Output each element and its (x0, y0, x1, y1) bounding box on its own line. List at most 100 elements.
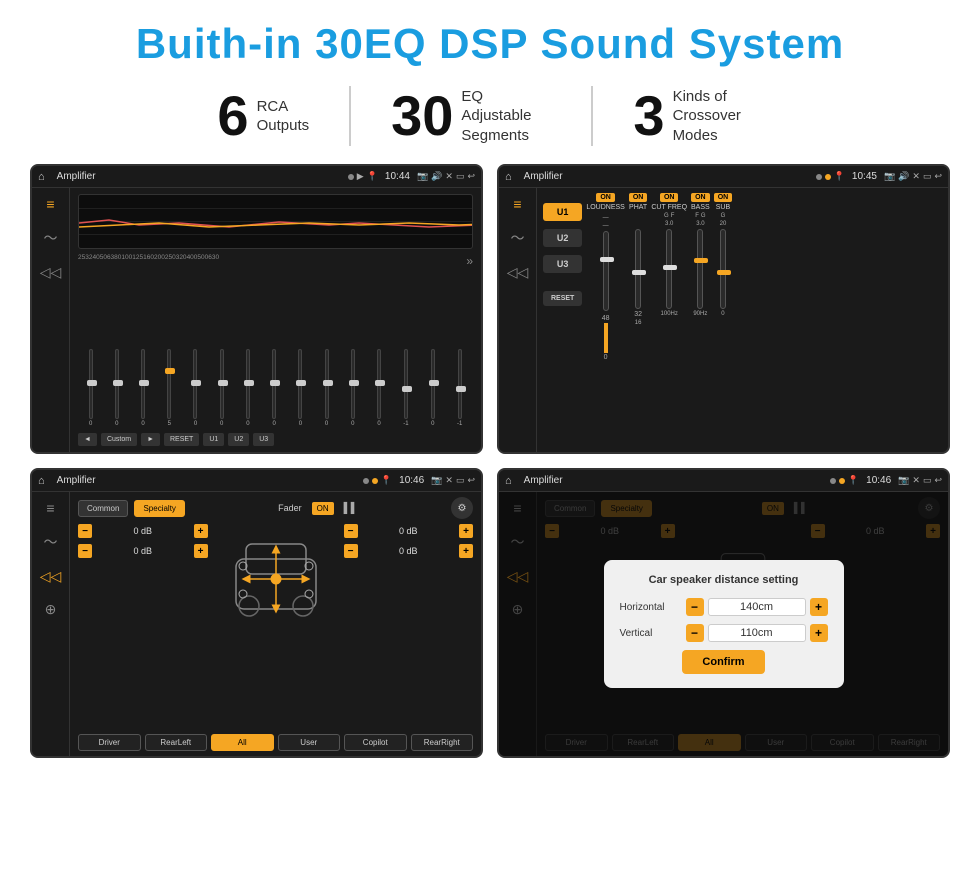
slider-track-10[interactable] (325, 349, 329, 419)
u3-button[interactable]: U3 (253, 433, 274, 446)
slider-track-14[interactable] (431, 349, 435, 419)
vol4-value: 0 dB (362, 546, 456, 556)
slider-track-3[interactable] (141, 349, 145, 419)
driver-btn[interactable]: Driver (78, 734, 141, 751)
crossover-screen-title: Amplifier (524, 171, 810, 182)
vol4-plus[interactable]: + (459, 544, 473, 558)
eq-curve-svg (79, 195, 472, 248)
custom-button[interactable]: Custom (101, 433, 137, 446)
eq-time: 10:44 (385, 171, 410, 182)
slider-track-8[interactable] (272, 349, 276, 419)
phat-thumb[interactable] (632, 270, 646, 275)
settings-icon[interactable]: ⚙ (451, 497, 473, 519)
loudness-slider[interactable] (603, 231, 609, 311)
crossover-reset[interactable]: RESET (543, 291, 582, 306)
rearleft-btn[interactable]: RearLeft (145, 734, 208, 751)
slider-thumb-11[interactable] (349, 380, 359, 386)
loudness-thumb[interactable] (600, 257, 614, 262)
vol3-minus[interactable]: − (344, 524, 358, 538)
close-icon-4: ✕ (912, 475, 920, 486)
copilot-btn[interactable]: Copilot (344, 734, 407, 751)
confirm-button[interactable]: Confirm (682, 650, 764, 674)
slider-thumb-14[interactable] (429, 380, 439, 386)
dot1 (348, 174, 354, 180)
slider-thumb-1[interactable] (87, 380, 97, 386)
crossover-sidebar: ≡ 〜 ◁◁ (499, 188, 537, 452)
eq-freq-labels: 25 32 40 50 63 80 100 125 160 200 250 32… (78, 254, 473, 268)
freq-80: 80 (114, 254, 121, 268)
vol1-plus[interactable]: + (194, 524, 208, 538)
prev-button[interactable]: ◄ (78, 433, 97, 446)
slider-thumb-9[interactable] (296, 380, 306, 386)
freq-50: 50 (100, 254, 107, 268)
specialty-tab[interactable]: Specialty (134, 500, 184, 517)
vol2-minus[interactable]: − (78, 544, 92, 558)
wave-icon[interactable]: 〜 (44, 228, 58, 248)
vol1-minus[interactable]: − (78, 524, 92, 538)
wave-icon-2[interactable]: 〜 (511, 228, 525, 248)
slider-track-9[interactable] (298, 349, 302, 419)
fader-modal-topbar: ⌂ Amplifier 📍 10:46 📷 ✕ ▭ ↩ (499, 470, 948, 492)
fader-on-toggle[interactable]: ON (312, 502, 334, 515)
u3-select[interactable]: U3 (543, 255, 582, 273)
slider-thumb-12[interactable] (375, 380, 385, 386)
sub-slider[interactable] (720, 229, 726, 309)
rearright-btn[interactable]: RearRight (411, 734, 474, 751)
u1-select[interactable]: U1 (543, 203, 582, 221)
slider-thumb-3[interactable] (139, 380, 149, 386)
slider-track-4[interactable] (167, 349, 171, 419)
cutfreq-slider[interactable] (666, 229, 672, 309)
volume-icon-2: 🔊 (898, 171, 909, 182)
horizontal-minus-btn[interactable]: − (686, 598, 704, 616)
slider-track-11[interactable] (351, 349, 355, 419)
slider-track-6[interactable] (220, 349, 224, 419)
eq-screen: ⌂ Amplifier ▶ 📍 10:44 📷 🔊 ✕ ▭ ↩ ≡ 〜 (30, 164, 483, 454)
common-tab[interactable]: Common (78, 500, 128, 517)
slider-thumb-8[interactable] (270, 380, 280, 386)
phat-slider[interactable] (635, 229, 641, 309)
slider-track-12[interactable] (377, 349, 381, 419)
slider-thumb-5[interactable] (191, 380, 201, 386)
slider-thumb-10[interactable] (323, 380, 333, 386)
slider-track-7[interactable] (246, 349, 250, 419)
vol2-plus[interactable]: + (194, 544, 208, 558)
vertical-minus-btn[interactable]: − (686, 624, 704, 642)
play-button[interactable]: ► (141, 433, 160, 446)
sub-thumb[interactable] (717, 270, 731, 275)
slider-track-13[interactable] (404, 349, 408, 419)
eq-icon-3[interactable]: ≡ (46, 500, 54, 516)
slider-thumb-2[interactable] (113, 380, 123, 386)
fader-icon[interactable]: ◁◁ (40, 568, 62, 585)
freq-250: 250 (165, 254, 176, 268)
vol4-minus[interactable]: − (344, 544, 358, 558)
eq-icon-2[interactable]: ≡ (513, 196, 521, 212)
wave-icon-3[interactable]: 〜 (44, 532, 58, 552)
camera-icon-4: 📷 (898, 475, 909, 486)
horizontal-plus-btn[interactable]: + (810, 598, 828, 616)
stat-crossover-number: 3 (633, 88, 664, 144)
slider-thumb-4[interactable] (165, 368, 175, 374)
slider-track-2[interactable] (115, 349, 119, 419)
slider-track-15[interactable] (458, 349, 462, 419)
u2-button[interactable]: U2 (228, 433, 249, 446)
eq-icon[interactable]: ≡ (46, 196, 54, 212)
slider-thumb-13[interactable] (402, 386, 412, 392)
speaker-icon-2[interactable]: ◁◁ (507, 264, 529, 281)
slider-track-5[interactable] (193, 349, 197, 419)
speaker-icon[interactable]: ◁◁ (40, 264, 62, 281)
all-btn[interactable]: All (211, 734, 274, 751)
reset-button[interactable]: RESET (164, 433, 199, 446)
vertical-plus-btn[interactable]: + (810, 624, 828, 642)
bass-slider[interactable] (697, 229, 703, 309)
bass-thumb[interactable] (694, 258, 708, 263)
expand-icon-3[interactable]: ⊕ (45, 601, 57, 618)
u1-button[interactable]: U1 (203, 433, 224, 446)
u2-select[interactable]: U2 (543, 229, 582, 247)
user-btn[interactable]: User (278, 734, 341, 751)
slider-thumb-6[interactable] (218, 380, 228, 386)
slider-thumb-7[interactable] (244, 380, 254, 386)
vol3-plus[interactable]: + (459, 524, 473, 538)
slider-track-1[interactable] (89, 349, 93, 419)
slider-thumb-15[interactable] (456, 386, 466, 392)
cutfreq-thumb[interactable] (663, 265, 677, 270)
